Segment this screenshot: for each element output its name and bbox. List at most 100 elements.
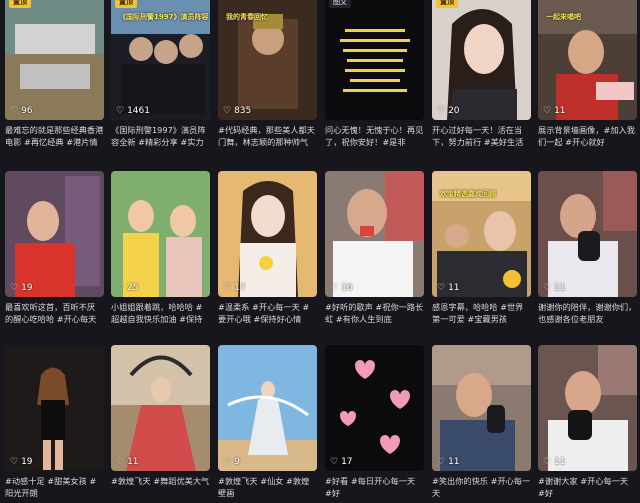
- video-card[interactable]: ♡ 9 #敦煌飞天 #仙女 #敦煌壁画: [218, 345, 317, 503]
- thumbnail-overlay-text: 我的青春回忆: [226, 13, 268, 21]
- video-caption[interactable]: #敦煌飞天 #舞蹈优美大气: [111, 475, 210, 499]
- like-count: ♡ 17: [223, 283, 246, 293]
- video-thumbnail[interactable]: 我的青春回忆 ♡ 835: [218, 0, 317, 120]
- video-thumbnail[interactable]: ♡ 17: [218, 171, 317, 297]
- heart-icon: ♡: [116, 457, 125, 467]
- pinned-badge: 图文: [329, 0, 351, 8]
- video-thumbnail[interactable]: ♡ 19: [5, 345, 104, 471]
- video-thumbnail[interactable]: ♡ 25: [111, 171, 210, 297]
- video-caption[interactable]: 《国际刑警1997》演员阵容全新 #精彩分享 #实力派演员: [111, 124, 210, 148]
- video-thumbnail[interactable]: 置顶 《国际刑警1997》演员阵容 ♡ 1461: [111, 0, 210, 120]
- video-thumbnail[interactable]: ♡ 17: [325, 345, 424, 471]
- video-thumbnail[interactable]: ♡ 11: [432, 345, 531, 471]
- video-caption[interactable]: 感恩字幕，哈哈哈 #世界第一可爱 #宝藏男孩: [432, 301, 531, 325]
- like-count: ♡ 96: [10, 106, 33, 116]
- video-caption[interactable]: 谢谢你的陪伴，谢谢你们，也感谢各位老朋友: [538, 301, 637, 325]
- video-card[interactable]: 置顶 ♡96 最难忘的就是那些经典香港电影 #再忆经典 #港片情怀: [5, 0, 104, 152]
- video-thumbnail[interactable]: ♡ 11: [538, 171, 637, 297]
- video-thumbnail[interactable]: ♡ 11: [111, 345, 210, 471]
- video-caption[interactable]: 小姐姐跟着跳，哈哈哈 #超越自我快乐加油 #保持: [111, 301, 210, 325]
- thumbnail-overlay-text: 欢宝精选嘉宾回顾: [440, 190, 496, 198]
- video-card[interactable]: 我的青春回忆 ♡ 835 #代码经典，那些美人都天门舞，林志颖的那种帅气: [218, 0, 317, 152]
- like-count-value: 17: [341, 457, 353, 467]
- video-card[interactable]: ♡ 16 #好听的歌声 #祝你一路长虹 #有你人生到底: [325, 171, 424, 329]
- like-count: ♡ 9: [223, 457, 240, 467]
- video-card[interactable]: 置顶 《国际刑警1997》演员阵容 ♡ 1461 《国际刑警1997》演员阵容全新 #精…: [111, 0, 210, 152]
- like-count-value: 19: [21, 283, 33, 293]
- video-card[interactable]: ♡ 17 #温柔系 #开心每一天 #要开心哦 #保持好心情: [218, 171, 317, 329]
- video-card[interactable]: 图文问心无愧！无愧于心！再见了，祝你安好！#是非: [325, 0, 424, 152]
- video-card[interactable]: 一起来唱吧 ♡ 11 展示背景墙画像，#加入我们一起 #开心就好: [538, 0, 637, 152]
- video-card[interactable]: ♡ 11 #笑出你的快乐 #开心每一天: [432, 345, 531, 503]
- like-count-value: 835: [234, 106, 252, 116]
- like-count-value: 11: [448, 457, 460, 467]
- video-caption[interactable]: 最喜欢听这首，百听不厌 的醒心吃哈哈 #开心每天: [5, 301, 104, 325]
- thumbnail-overlay-text: 一起来唱吧: [546, 13, 581, 21]
- pinned-badge: 置顶: [436, 0, 458, 8]
- heart-icon: ♡: [543, 283, 552, 293]
- video-thumbnail[interactable]: 欢宝精选嘉宾回顾 ♡ 11: [432, 171, 531, 297]
- video-thumbnail[interactable]: ♡ 11: [538, 345, 637, 471]
- video-card[interactable]: ♡ 19 #动感十足 #甜美女孩 #阳光开朗: [5, 345, 104, 503]
- heart-icon: ♡: [223, 283, 232, 293]
- video-caption[interactable]: #敦煌飞天 #仙女 #敦煌壁画: [218, 475, 317, 499]
- heart-icon: ♡: [116, 106, 125, 116]
- video-thumbnail[interactable]: ♡ 16: [325, 171, 424, 297]
- like-count-value: 11: [127, 457, 139, 467]
- video-card[interactable]: ♡ 17 #好看 #每日开心每一天 #好: [325, 345, 424, 503]
- like-count: ♡ 835: [223, 106, 251, 116]
- video-caption[interactable]: 展示背景墙画像，#加入我们一起 #开心就好: [538, 124, 637, 148]
- video-thumbnail[interactable]: 一起来唱吧 ♡ 11: [538, 0, 637, 120]
- like-count: ♡ 25: [116, 283, 139, 293]
- heart-icon: ♡: [437, 457, 446, 467]
- video-thumbnail[interactable]: 图文: [325, 0, 424, 120]
- video-caption[interactable]: #动感十足 #甜美女孩 #阳光开朗: [5, 475, 104, 499]
- like-count: ♡ 19: [10, 283, 33, 293]
- like-count-value: 11: [554, 106, 566, 116]
- like-count-value: 11: [448, 283, 460, 293]
- video-caption[interactable]: #代码经典，那些美人都天门舞，林志颖的那种帅气: [218, 124, 317, 148]
- video-thumbnail[interactable]: ♡ 19: [5, 171, 104, 297]
- video-card[interactable]: ♡ 11 谢谢你的陪伴，谢谢你们，也感谢各位老朋友: [538, 171, 637, 329]
- video-thumbnail[interactable]: ♡ 9: [218, 345, 317, 471]
- like-count-value: 25: [127, 283, 139, 293]
- pinned-badge: 置顶: [115, 0, 137, 8]
- heart-icon: ♡: [223, 106, 232, 116]
- heart-icon: ♡: [330, 283, 339, 293]
- like-count: ♡ 11: [543, 106, 566, 116]
- video-card[interactable]: ♡ 11 #敦煌飞天 #舞蹈优美大气: [111, 345, 210, 503]
- heart-icon: ♡: [543, 457, 552, 467]
- like-count: ♡ 11: [116, 457, 139, 467]
- video-thumbnail[interactable]: 置顶 ♡ 96: [5, 0, 104, 120]
- video-caption[interactable]: 开心过好每一天！活在当下，努力前行 #美好生活: [432, 124, 531, 148]
- like-count: ♡ 16: [330, 283, 353, 293]
- video-grid: 置顶♡96最难忘的就是那些经典香港电影 #再忆经典 #港片情怀置顶《国际刑警19…: [0, 0, 640, 498]
- like-count-value: 19: [21, 457, 33, 467]
- video-card[interactable]: ♡ 11 #谢谢大家 #开心每一天 #好: [538, 345, 637, 503]
- video-caption[interactable]: #好看 #每日开心每一天 #好: [325, 475, 424, 499]
- heart-icon: ♡: [223, 457, 232, 467]
- video-card[interactable]: 欢宝精选嘉宾回顾 ♡ 11 感恩字幕，哈哈哈 #世界第一可爱 #宝藏男孩: [432, 171, 531, 329]
- like-count: ♡ 1461: [116, 106, 150, 116]
- video-caption[interactable]: 问心无愧！无愧于心！再见了，祝你安好！#是非: [325, 124, 424, 148]
- video-card[interactable]: ♡ 19 最喜欢听这首，百听不厌 的醒心吃哈哈 #开心每天: [5, 171, 104, 329]
- video-caption[interactable]: #笑出你的快乐 #开心每一天: [432, 475, 531, 499]
- like-count-value: 16: [341, 283, 353, 293]
- heart-icon: ♡: [437, 106, 446, 116]
- heart-icon: ♡: [10, 283, 19, 293]
- like-count-value: 9: [234, 457, 240, 467]
- heart-icon: ♡: [10, 457, 19, 467]
- video-thumbnail[interactable]: 置顶 ♡ 20: [432, 0, 531, 120]
- like-count: ♡ 20: [437, 106, 460, 116]
- heart-icon: ♡: [116, 283, 125, 293]
- video-caption[interactable]: #温柔系 #开心每一天 #要开心哦 #保持好心情: [218, 301, 317, 325]
- like-count-value: 11: [554, 283, 566, 293]
- video-caption[interactable]: 最难忘的就是那些经典香港电影 #再忆经典 #港片情怀: [5, 124, 104, 148]
- video-card[interactable]: 置顶 ♡ 20 开心过好每一天！活在当下，努力前行 #美好生活: [432, 0, 531, 152]
- heart-icon: ♡: [330, 457, 339, 467]
- heart-icon: ♡: [437, 283, 446, 293]
- like-count-value: 1461: [127, 106, 150, 116]
- video-card[interactable]: ♡ 25 小姐姐跟着跳，哈哈哈 #超越自我快乐加油 #保持: [111, 171, 210, 329]
- video-caption[interactable]: #好听的歌声 #祝你一路长虹 #有你人生到底: [325, 301, 424, 325]
- video-caption[interactable]: #谢谢大家 #开心每一天 #好: [538, 475, 637, 499]
